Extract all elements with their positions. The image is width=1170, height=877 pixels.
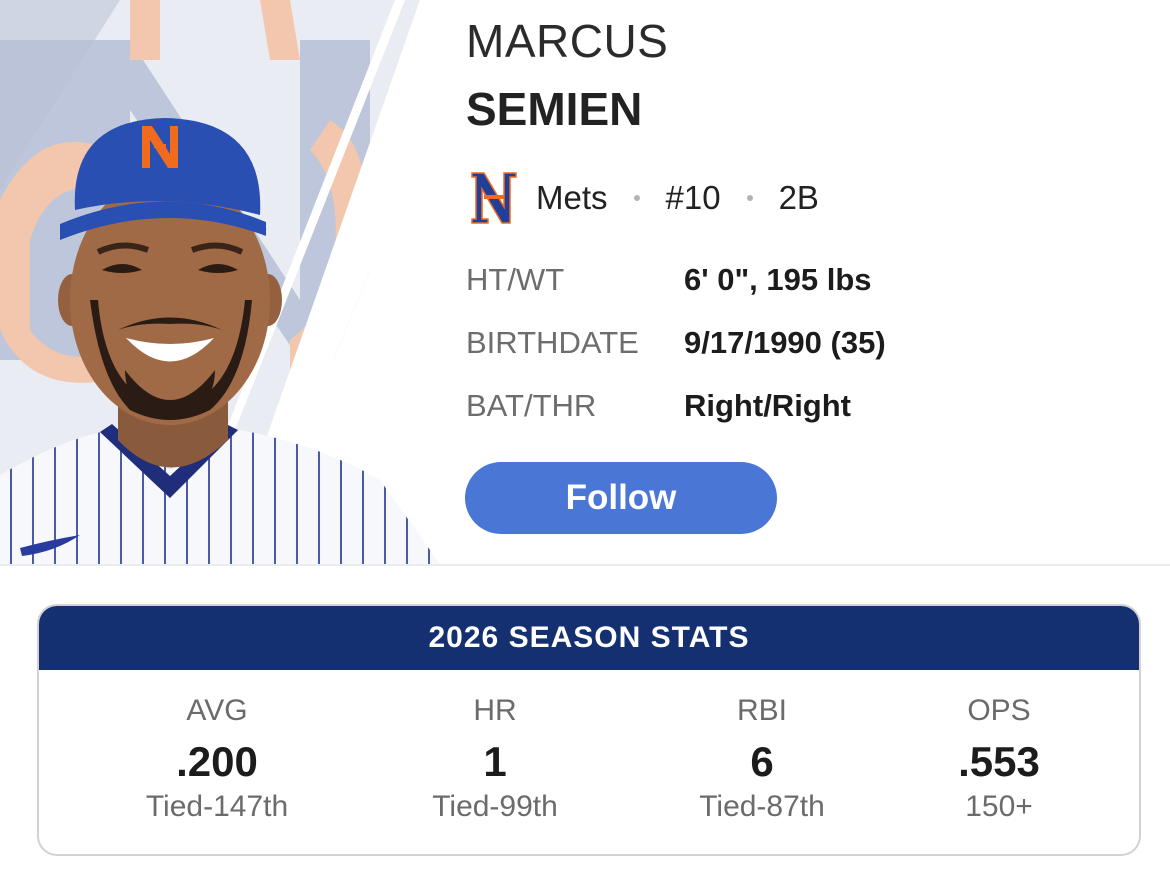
stat-rank: Tied-99th	[432, 790, 558, 823]
stat-value: 1	[483, 738, 507, 785]
bio-value: 6' 0", 195 lbs	[684, 262, 872, 297]
separator-dot	[633, 195, 640, 201]
stats-header-title: 2026 SEASON STATS	[39, 606, 1139, 670]
jersey-number: #10	[665, 179, 721, 216]
bio-value: Right/Right	[684, 388, 852, 423]
bio-label: HT/WT	[466, 262, 565, 297]
stat-value: .553	[958, 738, 1040, 785]
stat-rank: 150+	[965, 790, 1033, 823]
section-divider	[0, 564, 1170, 566]
stat-hr[interactable]: HR 1 Tied-99th	[365, 670, 625, 854]
player-last-name: SEMIEN	[466, 83, 643, 135]
player-photo	[0, 0, 460, 564]
stats-grid: AVG .200 Tied-147th HR 1 Tied-99th RBI 6…	[39, 670, 1139, 854]
stat-rank: Tied-87th	[699, 790, 825, 823]
player-header: MARCUS SEMIEN Mets #10 2B HT/WT 6' 0", 1…	[0, 0, 1170, 564]
season-stats-card: 2026 SEASON STATS AVG .200 Tied-147th HR…	[37, 604, 1141, 856]
team-info-line: Mets #10 2B	[470, 168, 819, 228]
stat-value: .200	[176, 738, 258, 785]
stat-rbi[interactable]: RBI 6 Tied-87th	[632, 670, 892, 854]
bio-label: BAT/THR	[466, 388, 597, 423]
stat-ops[interactable]: OPS .553 150+	[869, 670, 1129, 854]
stat-label: HR	[473, 694, 517, 727]
player-position: 2B	[778, 179, 819, 216]
player-first-name: MARCUS	[466, 15, 669, 67]
bio-value: 9/17/1990 (35)	[684, 325, 886, 360]
player-headshot-image	[0, 0, 448, 564]
stat-label: OPS	[967, 694, 1031, 727]
stat-value: 6	[750, 738, 774, 785]
team-name-link[interactable]: Mets	[536, 179, 608, 217]
follow-button[interactable]: Follow	[465, 462, 777, 534]
bio-label: BIRTHDATE	[466, 325, 639, 360]
separator-dot	[746, 195, 753, 201]
stat-label: AVG	[186, 694, 248, 727]
stat-label: RBI	[736, 694, 787, 727]
stat-avg[interactable]: AVG .200 Tied-147th	[87, 670, 347, 854]
stat-rank: Tied-147th	[145, 790, 289, 823]
team-logo-icon[interactable]	[470, 169, 518, 227]
